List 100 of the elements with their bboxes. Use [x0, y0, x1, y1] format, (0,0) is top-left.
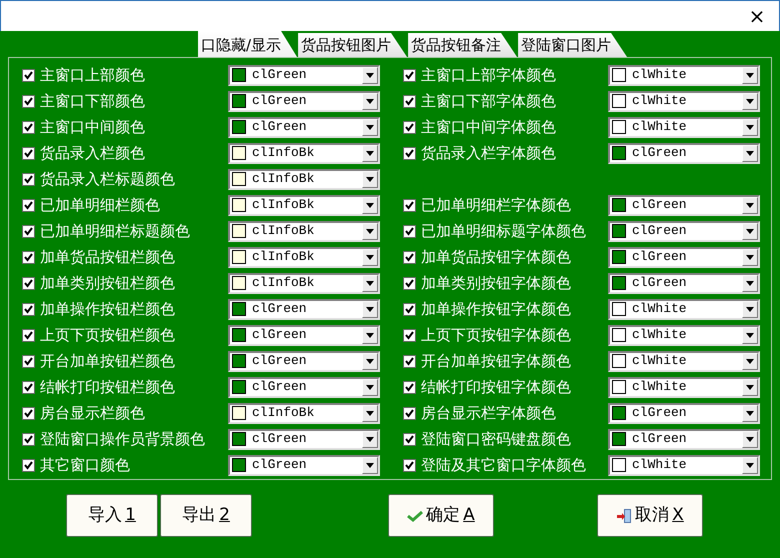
checkbox[interactable] [22, 406, 35, 420]
option-label: 上页下页按钮栏颜色 [39, 326, 176, 344]
checkbox[interactable] [403, 458, 416, 472]
checkbox[interactable] [22, 198, 35, 212]
option-label: 加单类别按钮栏颜色 [39, 274, 176, 292]
color-dropdown[interactable]: clInfoBk [228, 272, 380, 294]
checkbox[interactable] [403, 432, 416, 446]
checkbox[interactable] [403, 354, 416, 368]
checkbox[interactable] [403, 198, 416, 212]
checkbox[interactable] [22, 302, 35, 316]
checkbox[interactable] [403, 120, 416, 134]
color-dropdown[interactable]: clWhite [608, 90, 760, 112]
checkbox[interactable] [403, 94, 416, 108]
checkbox[interactable] [403, 328, 416, 342]
color-dropdown[interactable]: clWhite [608, 298, 760, 320]
checkbox[interactable] [22, 458, 35, 472]
color-dropdown[interactable]: clInfoBk [228, 402, 380, 424]
option-label: 货品录入栏字体颜色 [420, 144, 557, 162]
color-dropdown[interactable]: clGreen [228, 64, 380, 86]
option-label: 登陆窗口密码键盘颜色 [420, 430, 572, 448]
option-label: 主窗口上部颜色 [39, 66, 146, 84]
color-dropdown[interactable]: clGreen [228, 298, 380, 320]
color-dropdown[interactable]: clGreen [228, 376, 380, 398]
checkbox[interactable] [22, 354, 35, 368]
color-dropdown[interactable]: clGreen [228, 350, 380, 372]
color-dropdown[interactable]: clGreen [608, 402, 760, 424]
color-dropdown[interactable]: clWhite [608, 376, 760, 398]
color-dropdown[interactable]: clInfoBk [228, 246, 380, 268]
option-label: 房台显示栏颜色 [39, 404, 146, 422]
checkbox[interactable] [403, 276, 416, 290]
option-label: 结帐打印按钮栏颜色 [39, 378, 176, 396]
option-label: 其它窗口颜色 [39, 456, 131, 474]
color-dropdown[interactable]: clGreen [228, 90, 380, 112]
color-dropdown[interactable]: clWhite [608, 116, 760, 138]
checkbox[interactable] [403, 224, 416, 238]
option-label: 上页下页按钮字体颜色 [420, 326, 572, 344]
checkbox[interactable] [22, 224, 35, 238]
checkbox[interactable] [22, 432, 35, 446]
tab[interactable]: 货品按钮图片 [298, 33, 408, 57]
dialog-button[interactable]: 导出 2 [160, 494, 252, 537]
tab[interactable]: 登陆窗口图片 [518, 33, 628, 57]
checkbox[interactable] [403, 302, 416, 316]
exit-door-icon [616, 508, 632, 524]
color-dropdown[interactable]: clGreen [608, 246, 760, 268]
checkbox[interactable] [403, 68, 416, 82]
option-label: 登陆及其它窗口字体颜色 [420, 456, 587, 474]
checkbox[interactable] [403, 146, 416, 160]
color-dropdown[interactable]: clGreen [228, 454, 380, 476]
checkbox[interactable] [403, 406, 416, 420]
option-label: 主窗口中间颜色 [39, 118, 146, 136]
color-dropdown[interactable]: clGreen [608, 428, 760, 450]
color-dropdown[interactable]: clGreen [608, 194, 760, 216]
color-dropdown[interactable]: clGreen [608, 220, 760, 242]
color-dropdown[interactable]: clGreen [228, 428, 380, 450]
tab[interactable]: 口隐藏/显示 [198, 31, 298, 57]
checkbox[interactable] [22, 120, 35, 134]
option-label: 已加单明细栏颜色 [39, 196, 161, 214]
option-label: 已加单明细栏标题颜色 [39, 222, 191, 240]
dialog-button[interactable]: 确定 A [388, 494, 494, 537]
color-dropdown[interactable]: clGreen [228, 116, 380, 138]
tab[interactable]: 货品按钮备注 [408, 33, 518, 57]
color-dropdown[interactable]: clInfoBk [228, 142, 380, 164]
checkbox[interactable] [403, 380, 416, 394]
option-label: 主窗口上部字体颜色 [420, 66, 557, 84]
color-dropdown[interactable]: clGreen [228, 324, 380, 346]
color-dropdown[interactable]: clWhite [608, 324, 760, 346]
option-label: 主窗口下部颜色 [39, 92, 146, 110]
check-icon [407, 510, 424, 522]
checkbox[interactable] [22, 250, 35, 264]
color-dropdown[interactable]: clInfoBk [228, 220, 380, 242]
color-dropdown[interactable]: clGreen [608, 272, 760, 294]
checkbox[interactable] [22, 146, 35, 160]
checkbox[interactable] [403, 250, 416, 264]
checkbox[interactable] [22, 380, 35, 394]
option-label: 加单类别按钮字体颜色 [420, 274, 572, 292]
option-label: 货品录入栏标题颜色 [39, 170, 176, 188]
option-label: 开台加单按钮字体颜色 [420, 352, 572, 370]
option-label: 加单操作按钮栏颜色 [39, 300, 176, 318]
dialog-button[interactable]: 导入 1 [66, 494, 158, 537]
checkbox[interactable] [22, 94, 35, 108]
checkbox[interactable] [22, 68, 35, 82]
option-label: 加单货品按钮栏颜色 [39, 248, 176, 266]
option-label: 加单货品按钮字体颜色 [420, 248, 572, 266]
option-label: 开台加单按钮栏颜色 [39, 352, 176, 370]
checkbox[interactable] [22, 172, 35, 186]
color-dropdown[interactable]: clWhite [608, 454, 760, 476]
color-dropdown[interactable]: clInfoBk [228, 168, 380, 190]
color-dropdown[interactable]: clWhite [608, 350, 760, 372]
option-label: 房台显示栏字体颜色 [420, 404, 557, 422]
option-label: 已加单明细栏字体颜色 [420, 196, 572, 214]
option-label: 登陆窗口操作员背景颜色 [39, 430, 206, 448]
color-dropdown[interactable]: clInfoBk [228, 194, 380, 216]
option-label: 货品录入栏颜色 [39, 144, 146, 162]
close-button[interactable]: × [735, 1, 779, 31]
option-label: 主窗口中间字体颜色 [420, 118, 557, 136]
checkbox[interactable] [22, 276, 35, 290]
color-dropdown[interactable]: clGreen [608, 142, 760, 164]
color-dropdown[interactable]: clWhite [608, 64, 760, 86]
checkbox[interactable] [22, 328, 35, 342]
dialog-button[interactable]: 取消 X [597, 494, 703, 537]
